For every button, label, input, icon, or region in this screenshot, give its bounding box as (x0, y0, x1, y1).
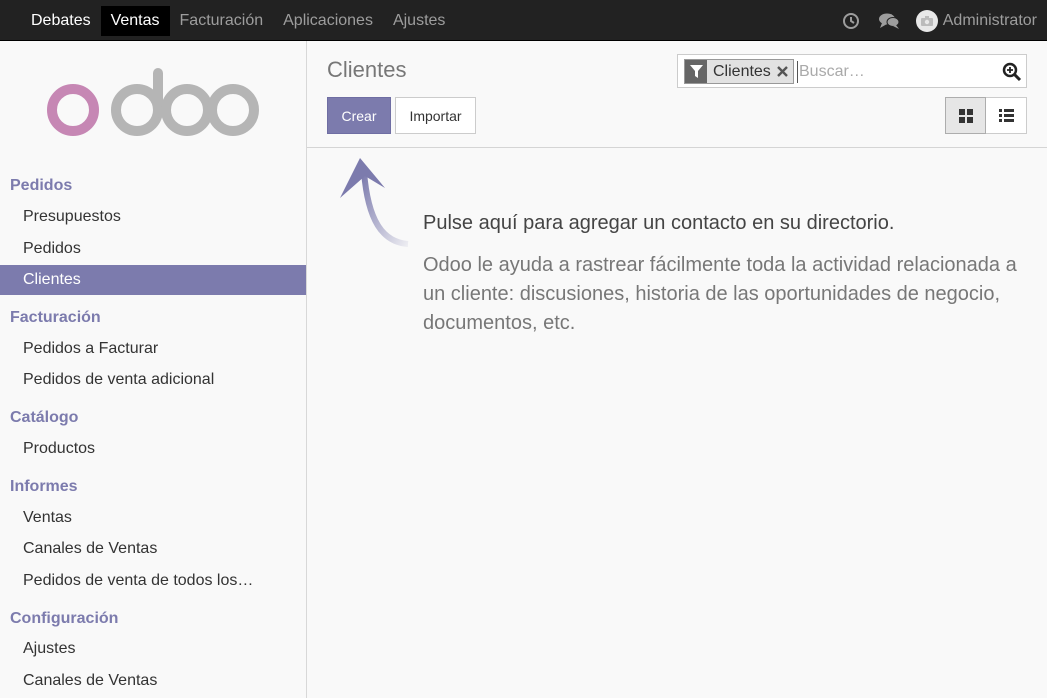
section-catalogo: Catálogo (10, 409, 79, 426)
sidebar-item-ventas[interactable]: Ventas (0, 503, 306, 533)
menu-ajustes[interactable]: Ajustes (383, 6, 455, 36)
sidebar-item-canales-de-ventas[interactable]: Canales de Ventas (0, 534, 306, 564)
sidebar-item-pedidos[interactable]: Pedidos (0, 234, 306, 264)
facet-label: Clientes (713, 62, 771, 80)
help-title: Pulse aquí para agregar un contacto en s… (423, 212, 895, 234)
search-bar: Clientes (677, 54, 1027, 88)
sidebar-item-pedidos-a-facturar[interactable]: Pedidos a Facturar (0, 334, 306, 364)
import-button[interactable]: Importar (395, 97, 476, 134)
create-button[interactable]: Crear (327, 97, 391, 134)
top-navbar: Debates Ventas Facturación Aplicaciones … (0, 0, 1047, 41)
help-arrow-icon (330, 150, 430, 250)
sidebar: Pedidos Presupuestos Pedidos Clientes Fa… (0, 41, 307, 698)
view-switcher (945, 97, 1027, 134)
user-name: Administrator (942, 12, 1037, 29)
user-menu[interactable]: Administrator (915, 10, 1037, 32)
menu-debates[interactable]: Debates (21, 6, 101, 36)
page-title: Clientes (327, 57, 407, 82)
systray: Administrator (836, 6, 1037, 36)
control-panel: Clientes Clientes Crear Importar (307, 41, 1047, 148)
sidebar-item-pedidos-venta-adicional[interactable]: Pedidos de venta adicional (0, 365, 306, 395)
search-icon[interactable] (1002, 62, 1022, 82)
camera-icon (915, 10, 938, 32)
clock-icon[interactable] (836, 6, 866, 36)
sidebar-item-productos[interactable]: Productos (0, 434, 306, 464)
list-view-icon[interactable] (986, 97, 1027, 134)
filter-icon (685, 60, 707, 83)
menu-aplicaciones[interactable]: Aplicaciones (273, 6, 383, 36)
sidebar-item-canales-de-ventas-config[interactable]: Canales de Ventas (0, 666, 306, 696)
section-pedidos: Pedidos (10, 177, 73, 194)
section-configuracion: Configuración (10, 610, 119, 627)
section-facturacion: Facturación (10, 309, 101, 326)
search-facet: Clientes (684, 59, 794, 84)
odoo-logo[interactable] (47, 68, 259, 140)
sidebar-item-presupuestos[interactable]: Presupuestos (0, 202, 306, 232)
kanban-view-icon[interactable] (945, 97, 986, 134)
sidebar-item-pedidos-todos[interactable]: Pedidos de venta de todos los… (0, 566, 306, 596)
app-menu: Debates Ventas Facturación Aplicaciones … (21, 6, 455, 36)
help-text: Odoo le ayuda a rastrear fácilmente toda… (423, 254, 1017, 334)
menu-facturacion[interactable]: Facturación (170, 6, 274, 36)
sidebar-item-ajustes[interactable]: Ajustes (0, 634, 306, 664)
menu-ventas[interactable]: Ventas (100, 6, 170, 36)
close-icon[interactable] (775, 60, 791, 83)
sidebar-item-clientes[interactable]: Clientes (0, 265, 306, 295)
section-informes: Informes (10, 478, 78, 495)
search-input[interactable] (797, 61, 987, 83)
comments-icon[interactable] (874, 6, 904, 36)
